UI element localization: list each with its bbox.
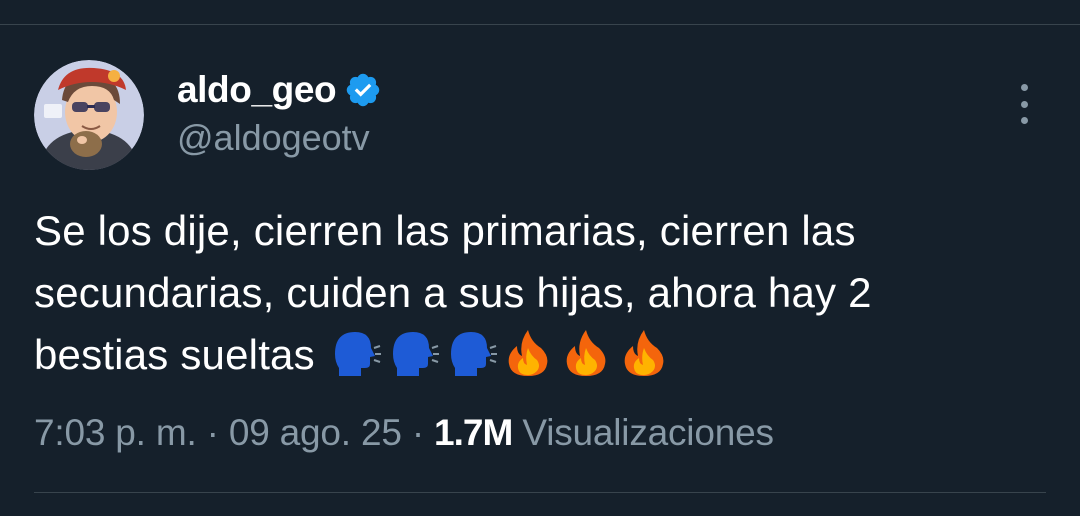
tweet-meta: 7:03 p. m. · 09 ago. 25 · 1.7M Visualiza…	[34, 412, 774, 454]
tweet-text-segment: bestias sueltas	[34, 331, 315, 378]
author-handle[interactable]: @aldogeotv	[177, 117, 370, 159]
avatar[interactable]	[34, 60, 144, 170]
views-count: 1.7M	[434, 412, 513, 453]
emoji-row	[327, 330, 675, 378]
meta-separator: ·	[206, 412, 219, 453]
fire-icon	[566, 330, 606, 376]
tweet-text-line: secundarias, cuiden a sus hijas, ahora h…	[34, 269, 872, 316]
author-name-row[interactable]: aldo_geo	[177, 68, 382, 112]
author-display-name[interactable]: aldo_geo	[177, 69, 337, 111]
more-dot-icon	[1020, 100, 1028, 108]
tweet-text-line: Se los dije, cierren las primarias, cier…	[34, 207, 856, 254]
tweet-date[interactable]: 09 ago. 25	[229, 412, 402, 453]
top-divider	[0, 24, 1080, 25]
verified-badge-icon	[344, 71, 382, 109]
more-dot-icon	[1020, 117, 1028, 124]
meta-separator: ·	[411, 412, 424, 453]
views-label: Visualizaciones	[522, 412, 774, 453]
tweet-text: Se los dije, cierren las primarias, cier…	[34, 200, 1054, 386]
speaking-head-icon	[450, 332, 497, 376]
tweet-text-line: bestias sueltas	[34, 324, 1054, 386]
tweet-time[interactable]: 7:03 p. m.	[34, 412, 197, 453]
speaking-head-icon	[392, 332, 439, 376]
speaking-head-icon	[334, 332, 381, 376]
more-options-button[interactable]	[1008, 84, 1040, 124]
fire-icon	[508, 330, 548, 376]
fire-icon	[624, 330, 664, 376]
avatar-image	[34, 60, 144, 170]
more-dot-icon	[1020, 84, 1028, 91]
bottom-divider	[34, 492, 1046, 493]
